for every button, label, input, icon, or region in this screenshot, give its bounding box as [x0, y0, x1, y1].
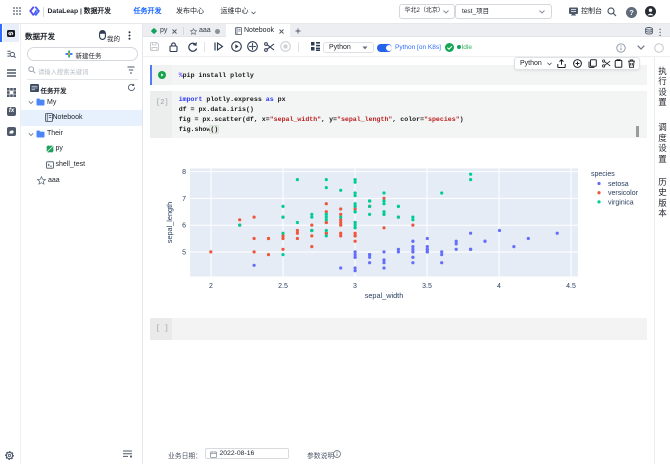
svg-text:4: 4: [497, 283, 501, 290]
svg-text:2: 2: [209, 283, 213, 290]
svg-text:virginica: virginica: [608, 199, 634, 206]
svg-text:sepal_width: sepal_width: [365, 291, 404, 300]
svg-text:3: 3: [353, 283, 357, 290]
svg-text:2.5: 2.5: [278, 283, 288, 290]
svg-text:5: 5: [182, 250, 186, 257]
svg-text:species: species: [591, 171, 615, 178]
svg-text:setosa: setosa: [608, 181, 629, 188]
svg-text:versicolor: versicolor: [608, 190, 639, 197]
svg-text:sepal_length: sepal_length: [165, 202, 174, 243]
svg-text:6: 6: [182, 223, 186, 230]
svg-text:7: 7: [182, 196, 186, 203]
svg-text:8: 8: [182, 169, 186, 176]
svg-text:4.5: 4.5: [566, 283, 576, 290]
svg-text:3.5: 3.5: [422, 283, 432, 290]
